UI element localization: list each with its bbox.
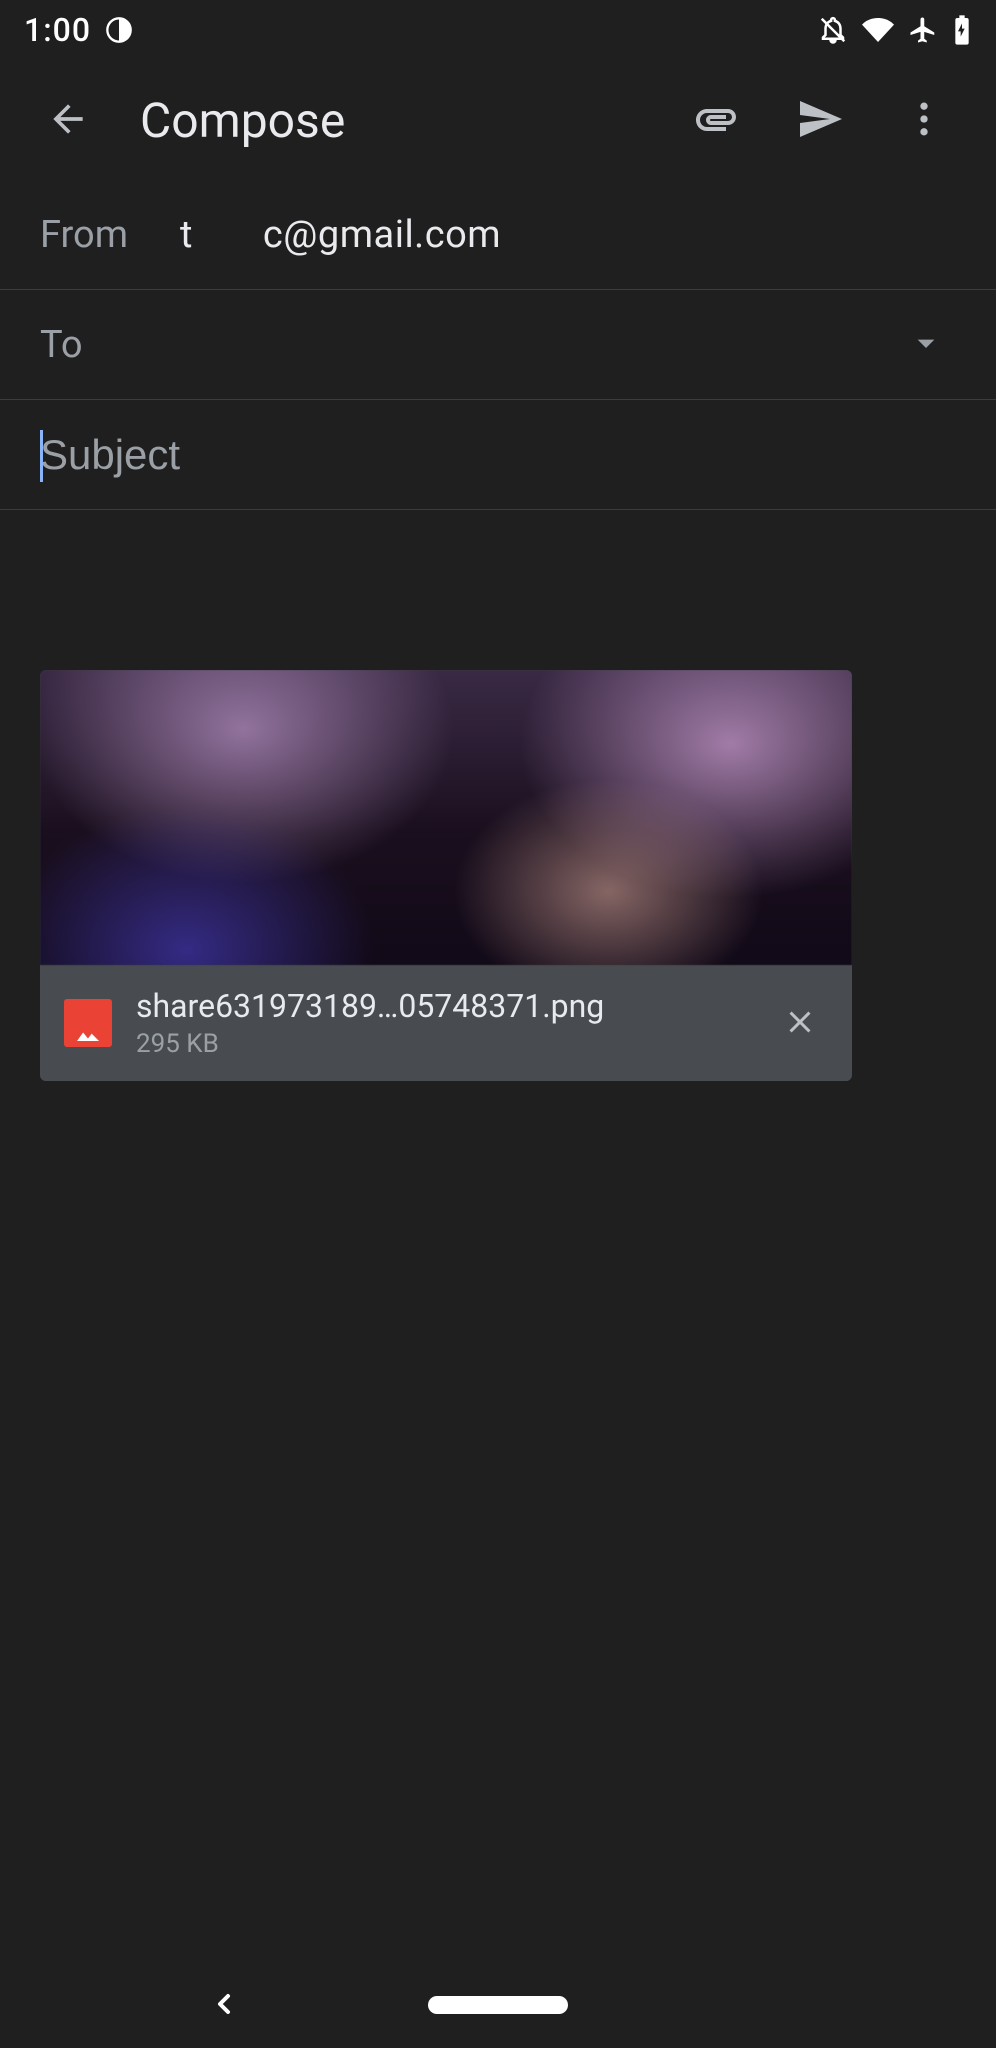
close-icon: [782, 1004, 818, 1043]
send-button[interactable]: [770, 70, 870, 170]
app-indicator-icon: [105, 16, 133, 44]
subject-input[interactable]: [40, 431, 956, 479]
wifi-icon: [862, 14, 894, 46]
back-button[interactable]: [18, 70, 118, 170]
attachment-filename: share631973189…05748371.png: [136, 987, 748, 1025]
expand-recipients-button[interactable]: [896, 315, 956, 375]
attachment-icon: [692, 95, 740, 146]
arrow-back-icon: [46, 97, 90, 144]
page-title: Compose: [140, 92, 666, 149]
airplane-mode-icon: [908, 15, 938, 45]
text-cursor: [40, 430, 43, 482]
battery-charging-icon: [952, 14, 972, 46]
status-right: [818, 14, 972, 46]
compose-body-area[interactable]: [0, 510, 996, 650]
subject-row[interactable]: [0, 400, 996, 510]
more-options-button[interactable]: [874, 70, 974, 170]
chevron-left-icon: [208, 1988, 240, 2023]
home-indicator[interactable]: [428, 1996, 568, 2014]
from-value: t c@gmail.com: [180, 213, 956, 257]
image-file-icon: [64, 999, 112, 1047]
attachment-filesize: 295 KB: [136, 1029, 748, 1059]
system-nav-bar: [0, 1962, 996, 2048]
status-bar: 1:00: [0, 0, 996, 60]
notifications-off-icon: [818, 15, 848, 45]
to-field[interactable]: To: [0, 290, 996, 400]
attachment-card[interactable]: share631973189…05748371.png 295 KB: [40, 670, 852, 1081]
to-label: To: [40, 323, 180, 367]
from-field[interactable]: From t c@gmail.com: [0, 180, 996, 290]
attachment-info: share631973189…05748371.png 295 KB: [40, 965, 852, 1081]
more-vert-icon: [902, 97, 946, 144]
chevron-down-icon: [906, 323, 946, 366]
body-input[interactable]: [40, 540, 956, 584]
from-label: From: [40, 213, 180, 257]
action-group: [666, 70, 974, 170]
status-left: 1:00: [24, 11, 133, 49]
remove-attachment-button[interactable]: [772, 995, 828, 1051]
attachment-text: share631973189…05748371.png 295 KB: [136, 987, 748, 1059]
attach-button[interactable]: [666, 70, 766, 170]
status-time: 1:00: [24, 11, 91, 49]
send-icon: [796, 95, 844, 146]
system-back-button[interactable]: [200, 1981, 248, 2029]
attachment-preview: [40, 670, 852, 965]
app-bar: Compose: [0, 60, 996, 180]
